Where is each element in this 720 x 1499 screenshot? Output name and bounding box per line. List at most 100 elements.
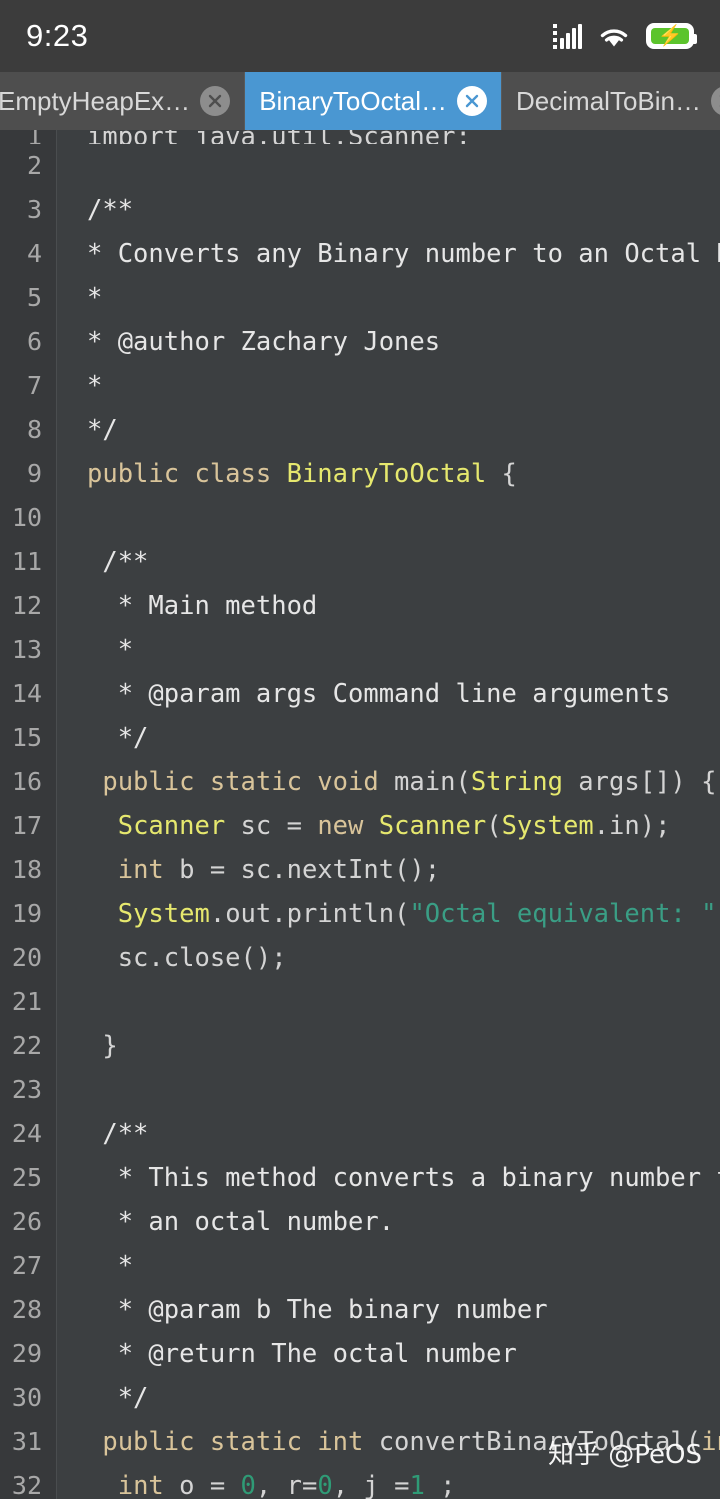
code-token: sc.close(); (87, 943, 287, 973)
line-number: 27 (11, 1251, 42, 1280)
code-line[interactable]: * Main method (87, 584, 720, 628)
code-token: + conv (716, 899, 720, 929)
battery-charging-icon: ⚡ (646, 23, 697, 49)
tab-empty-heap-ex[interactable]: EmptyHeapEx… (0, 72, 246, 130)
code-line[interactable]: * (87, 1244, 720, 1288)
tab-decimal-to-bin[interactable]: DecimalToBin… (502, 72, 720, 130)
code-token: , r= (255, 1471, 318, 1499)
code-token: sc = (225, 811, 318, 841)
signal-bars-icon (553, 23, 582, 49)
code-line[interactable]: * This method converts a binary number t… (87, 1156, 720, 1200)
code-line[interactable]: * @param b The binary number (87, 1288, 720, 1332)
line-number: 20 (11, 943, 42, 972)
code-token: args[]) { (562, 767, 717, 797)
code-line[interactable]: * (87, 364, 720, 408)
code-token: /** (87, 547, 149, 577)
wifi-icon (597, 23, 631, 49)
code-token: int (117, 855, 164, 885)
code-token: * @param args Command line arguments (87, 679, 671, 709)
code-token: * (87, 283, 103, 313)
code-token: public static void (87, 767, 395, 797)
code-content[interactable]: import java.util.Scanner; /** * Converts … (57, 130, 720, 1499)
code-token: int (701, 1427, 720, 1457)
line-number: 7 (26, 371, 42, 400)
code-token: * This method converts a binary number t… (87, 1163, 720, 1193)
line-number: 2 (26, 151, 42, 180)
code-token: /** (87, 195, 134, 225)
line-number: 22 (11, 1031, 42, 1060)
line-number: 1 (0, 130, 56, 144)
line-number: 10 (11, 503, 42, 532)
code-token: int (117, 1471, 164, 1499)
code-token: import java.util.Scanner; (87, 130, 471, 144)
tab-label: DecimalToBin… (516, 85, 701, 116)
line-number: 16 (11, 767, 42, 796)
line-number: 24 (11, 1119, 42, 1148)
code-line[interactable]: * @param args Command line arguments (87, 672, 720, 716)
code-line[interactable]: * (87, 628, 720, 672)
code-token: System (117, 899, 210, 929)
line-number: 3 (26, 195, 42, 224)
line-number: 17 (11, 811, 42, 840)
code-token: * (87, 635, 134, 665)
code-line[interactable]: * an octal number. (87, 1200, 720, 1244)
close-icon[interactable] (200, 86, 231, 116)
code-line[interactable]: public class BinaryToOctal { (87, 452, 720, 496)
code-line[interactable]: public static int convertBinaryToOctal(i… (87, 1420, 720, 1464)
line-number-gutter: 1234567891011121314151617181920212223242… (0, 130, 57, 1499)
code-line[interactable]: * @return The octal number (87, 1332, 720, 1376)
line-number: 13 (11, 635, 42, 664)
code-line[interactable] (87, 144, 720, 188)
line-number: 8 (26, 415, 42, 444)
status-icons: ⚡ (553, 23, 697, 49)
code-line[interactable] (87, 1068, 720, 1112)
code-editor[interactable]: 1234567891011121314151617181920212223242… (0, 130, 720, 1499)
code-token: BinaryToOctal (286, 459, 487, 489)
code-line[interactable]: * Converts any Binary number to an Octal… (87, 232, 720, 276)
line-number: 21 (11, 987, 42, 1016)
code-line[interactable]: import java.util.Scanner; (87, 130, 720, 144)
line-number: 14 (11, 679, 42, 708)
line-number: 6 (26, 327, 42, 356)
code-line[interactable] (87, 980, 720, 1024)
code-token: b = sc.nextInt(); (163, 855, 441, 885)
code-line[interactable]: public static void main(String args[]) { (87, 760, 720, 804)
code-token: public class (87, 459, 287, 489)
line-number: 32 (11, 1471, 42, 1499)
code-token: System (501, 811, 594, 841)
code-line[interactable] (87, 496, 720, 540)
tab-bar: EmptyHeapEx… BinaryToOctal… DecimalToBin… (0, 72, 720, 130)
tab-label: EmptyHeapEx… (0, 85, 191, 116)
code-line[interactable]: } (87, 1024, 720, 1068)
tab-binary-to-octal[interactable]: BinaryToOctal… (245, 72, 503, 130)
close-icon[interactable] (710, 86, 720, 116)
code-token: 1 (409, 1471, 425, 1499)
tab-label: BinaryToOctal… (259, 85, 448, 116)
code-line[interactable]: /** (87, 188, 720, 232)
line-number: 11 (11, 547, 42, 576)
close-icon[interactable] (457, 86, 488, 116)
code-line[interactable]: Scanner sc = new Scanner(System.in); (87, 804, 720, 848)
line-number: 15 (11, 723, 42, 752)
code-line[interactable]: sc.close(); (87, 936, 720, 980)
code-line[interactable]: * @author Zachary Jones (87, 320, 720, 364)
code-token: "Octal equivalent: " (409, 899, 717, 929)
code-line[interactable]: int o = 0, r=0, j =1 ; (87, 1464, 720, 1499)
code-line[interactable]: */ (87, 716, 720, 760)
code-line[interactable]: /** (87, 1112, 720, 1156)
code-line[interactable]: System.out.println("Octal equivalent: " … (87, 892, 720, 936)
code-line[interactable]: * (87, 276, 720, 320)
line-number: 28 (11, 1295, 42, 1324)
code-token: main( (394, 767, 471, 797)
code-token: */ (87, 1383, 149, 1413)
code-line[interactable]: int b = sc.nextInt(); (87, 848, 720, 892)
code-line[interactable]: */ (87, 1376, 720, 1420)
code-token: o = (163, 1471, 241, 1499)
line-number: 30 (11, 1383, 42, 1412)
code-line[interactable]: /** (87, 540, 720, 584)
code-token: ( (486, 811, 502, 841)
code-line[interactable]: */ (87, 408, 720, 452)
